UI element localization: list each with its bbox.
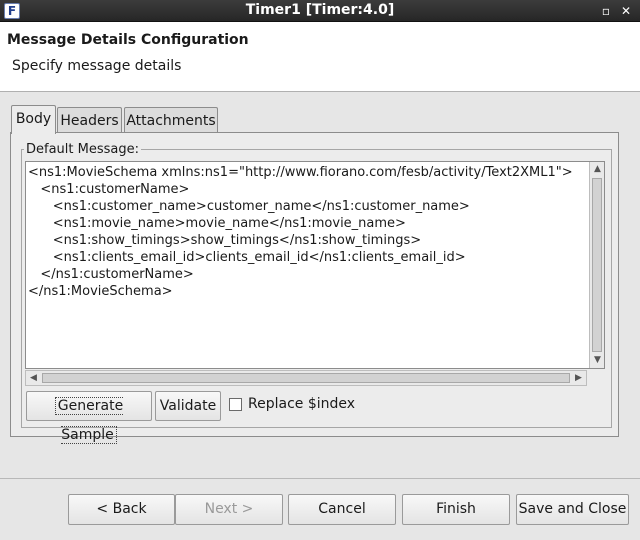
message-line: <ns1:clients_email_id>clients_email_id</…	[28, 250, 466, 265]
arrow-left-icon[interactable]: ◀	[26, 371, 41, 386]
vertical-scrollbar[interactable]: ▲ ▼	[589, 162, 604, 368]
message-line: <ns1:customerName>	[28, 182, 190, 197]
replace-index-label: Replace $index	[248, 396, 356, 412]
generate-sample-label: Generate Sample	[54, 397, 124, 444]
close-icon[interactable]: ✕	[618, 3, 634, 19]
cancel-button[interactable]: Cancel	[288, 494, 396, 525]
minimize-icon[interactable]: ▫	[598, 3, 614, 19]
next-button[interactable]: Next >	[175, 494, 283, 525]
page-subtitle: Specify message details	[12, 58, 182, 74]
message-line: <ns1:show_timings>show_timings</ns1:show…	[28, 233, 422, 248]
message-line: </ns1:customerName>	[28, 267, 194, 282]
generate-sample-button[interactable]: Generate Sample	[26, 391, 152, 444]
back-button[interactable]: < Back	[68, 494, 175, 525]
tab-headers[interactable]: Headers	[57, 107, 122, 134]
page-title: Message Details Configuration	[7, 32, 249, 48]
title-bar: F Timer1 [Timer:4.0] ▫ ✕	[0, 0, 640, 22]
horizontal-scroll-thumb[interactable]	[42, 373, 570, 383]
default-message-label: Default Message:	[24, 142, 141, 157]
message-line: <ns1:movie_name>movie_name</ns1:movie_na…	[28, 216, 406, 231]
validate-button[interactable]: Validate	[155, 391, 221, 421]
window-title: Timer1 [Timer:4.0]	[245, 2, 395, 18]
finish-button[interactable]: Finish	[402, 494, 510, 525]
wizard-header: Message Details Configuration Specify me…	[0, 22, 640, 92]
arrow-right-icon[interactable]: ▶	[571, 371, 586, 386]
arrow-down-icon[interactable]: ▼	[590, 353, 605, 368]
message-line: <ns1:customer_name>customer_name</ns1:cu…	[28, 199, 470, 214]
default-message-editor[interactable]: <ns1:MovieSchema xmlns:ns1="http://www.f…	[25, 161, 605, 369]
save-and-close-button[interactable]: Save and Close	[516, 494, 629, 525]
vertical-scroll-thumb[interactable]	[592, 178, 602, 352]
tab-attachments[interactable]: Attachments	[124, 107, 218, 134]
wizard-footer: < Back Next > Cancel Finish Save and Clo…	[0, 478, 640, 540]
arrow-up-icon[interactable]: ▲	[590, 162, 605, 177]
horizontal-scrollbar[interactable]: ◀ ▶	[25, 370, 587, 386]
tab-body[interactable]: Body	[11, 105, 56, 134]
message-line: </ns1:MovieSchema>	[28, 284, 173, 299]
message-line: <ns1:MovieSchema xmlns:ns1="http://www.f…	[28, 165, 573, 180]
replace-index-checkbox[interactable]	[229, 398, 242, 411]
